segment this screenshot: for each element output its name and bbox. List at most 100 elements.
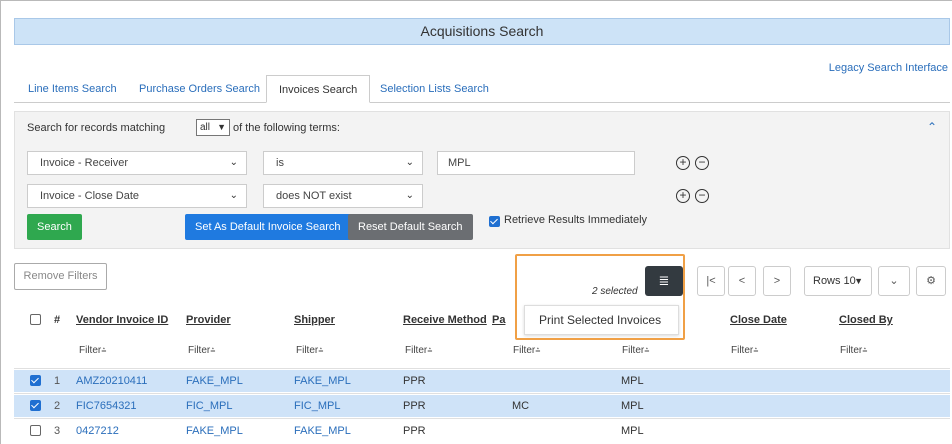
- column-header-payment[interactable]: Pa: [492, 314, 505, 326]
- column-header-provider[interactable]: Provider: [186, 314, 231, 326]
- chevron-right-icon: >: [773, 275, 781, 287]
- search-button[interactable]: Search: [27, 214, 82, 240]
- first-page-icon: |<: [706, 275, 716, 287]
- filter-icon: ⩮: [427, 345, 433, 355]
- set-default-search-button[interactable]: Set As Default Invoice Search: [185, 214, 351, 240]
- filter-close-date[interactable]: Filter⩮: [731, 345, 759, 356]
- row-checkbox[interactable]: [30, 400, 41, 411]
- term-operator-select-1[interactable]: is ⌄: [263, 151, 423, 175]
- reset-default-search-button[interactable]: Reset Default Search: [348, 214, 473, 240]
- provider-link[interactable]: FAKE_MPL: [186, 370, 243, 392]
- filter-closed-by[interactable]: Filter⩮: [840, 345, 868, 356]
- tab-purchase-orders-search[interactable]: Purchase Orders Search: [139, 75, 260, 103]
- vendor-invoice-id-link[interactable]: 0427212: [76, 420, 119, 442]
- row-number: 1: [54, 375, 61, 387]
- column-header-closed-by[interactable]: Closed By: [839, 314, 893, 326]
- row-divider: [14, 418, 950, 419]
- vendor-invoice-id-link[interactable]: AMZ20210411: [76, 370, 147, 392]
- expand-rows-button[interactable]: ⌄: [878, 266, 910, 296]
- payment-cell: MC: [512, 400, 530, 412]
- filter-provider[interactable]: Filter⩮: [188, 345, 216, 356]
- shipper-link[interactable]: FAKE_MPL: [294, 370, 351, 392]
- receiver-cell: MPL: [621, 425, 644, 437]
- filter-label: Filter: [405, 345, 428, 356]
- filter-icon: ⩮: [101, 345, 107, 355]
- prev-page-button[interactable]: <: [728, 266, 756, 296]
- legacy-search-link[interactable]: Legacy Search Interface: [829, 62, 948, 74]
- term-field-select-1[interactable]: Invoice - Receiver ⌄: [27, 151, 247, 175]
- tab-selection-lists-search[interactable]: Selection Lists Search: [380, 75, 489, 103]
- filter-label: Filter: [296, 345, 319, 356]
- filter-icon: ⩮: [535, 345, 541, 355]
- search-panel: Search for records matching all ▼ of the…: [14, 111, 950, 249]
- caret-down-icon: ▼: [854, 276, 863, 286]
- grid-settings-button[interactable]: ⚙: [916, 266, 946, 296]
- filter-label: Filter: [513, 345, 536, 356]
- term-field-value-2: Invoice - Close Date: [40, 190, 140, 202]
- chevron-down-icon: ⌄: [229, 157, 238, 168]
- first-page-button[interactable]: |<: [697, 266, 725, 296]
- row-number: 3: [54, 425, 61, 437]
- rows-per-page-label: Rows 10: [813, 275, 856, 287]
- term-field-value-1: Invoice - Receiver: [40, 157, 129, 169]
- shipper-link[interactable]: FAKE_MPL: [294, 420, 351, 442]
- row-checkbox[interactable]: [30, 375, 41, 386]
- search-suffix-label: of the following terms:: [233, 122, 340, 134]
- term-operator-value-1: is: [276, 157, 284, 169]
- remove-term-icon[interactable]: −: [695, 189, 709, 203]
- term-operator-select-2[interactable]: does NOT exist ⌄: [263, 184, 423, 208]
- chevron-down-icon: ⌄: [229, 190, 238, 201]
- table-row[interactable]: 2 FIC7654321 FIC_MPL FIC_MPL PPR MC MPL: [14, 395, 950, 417]
- gear-icon: ⚙: [926, 275, 936, 287]
- remove-filters-button[interactable]: Remove Filters: [14, 263, 107, 290]
- tab-line-items-search[interactable]: Line Items Search: [28, 75, 117, 103]
- filter-icon: ⩮: [644, 345, 650, 355]
- provider-link[interactable]: FIC_MPL: [186, 395, 232, 417]
- filter-receive-method[interactable]: Filter⩮: [405, 345, 433, 356]
- select-all-checkbox[interactable]: [30, 314, 41, 325]
- search-prefix-label: Search for records matching: [27, 122, 166, 134]
- tab-invoices-search[interactable]: Invoices Search: [266, 75, 371, 103]
- receive-method-cell: PPR: [403, 400, 426, 412]
- filter-vendor-invoice-id[interactable]: Filter⩮: [79, 345, 107, 356]
- column-header-receive-method[interactable]: Receive Method: [403, 314, 487, 326]
- term-field-select-2[interactable]: Invoice - Close Date ⌄: [27, 184, 247, 208]
- term-value-input-1[interactable]: MPL: [437, 151, 635, 175]
- column-header-close-date[interactable]: Close Date: [730, 314, 787, 326]
- chevron-left-icon: <: [738, 275, 746, 287]
- retrieve-immediately-checkbox[interactable]: [489, 216, 500, 227]
- table-row[interactable]: 3 0427212 FAKE_MPL FAKE_MPL PPR MPL: [14, 420, 950, 442]
- chevron-down-icon: ⌄: [405, 190, 414, 201]
- receiver-cell: MPL: [621, 375, 644, 387]
- row-checkbox[interactable]: [30, 425, 41, 436]
- receive-method-cell: PPR: [403, 375, 426, 387]
- provider-link[interactable]: FAKE_MPL: [186, 420, 243, 442]
- shipper-link[interactable]: FIC_MPL: [294, 395, 340, 417]
- column-header-shipper[interactable]: Shipper: [294, 314, 335, 326]
- retrieve-immediately-label: Retrieve Results Immediately: [504, 214, 648, 226]
- add-term-icon[interactable]: +: [676, 156, 690, 170]
- filter-receiver[interactable]: Filter⩮: [622, 345, 650, 356]
- filter-icon: ⩮: [210, 345, 216, 355]
- table-row[interactable]: 1 AMZ20210411 FAKE_MPL FAKE_MPL PPR MPL: [14, 370, 950, 392]
- filter-label: Filter: [622, 345, 645, 356]
- filter-shipper[interactable]: Filter⩮: [296, 345, 324, 356]
- add-term-icon[interactable]: +: [676, 189, 690, 203]
- collapse-caret-icon[interactable]: ⌃: [927, 120, 937, 134]
- remove-term-icon[interactable]: −: [695, 156, 709, 170]
- column-header-vendor-invoice-id[interactable]: Vendor Invoice ID: [76, 314, 168, 326]
- row-number: 2: [54, 400, 61, 412]
- match-type-value: all: [200, 122, 211, 133]
- filter-icon: ⩮: [753, 345, 759, 355]
- filter-label: Filter: [79, 345, 102, 356]
- vendor-invoice-id-link[interactable]: FIC7654321: [76, 395, 137, 417]
- rows-per-page-select[interactable]: Rows 10 ▼: [804, 266, 872, 296]
- filter-icon: ⩮: [318, 345, 324, 355]
- column-header-row-number: #: [54, 314, 61, 326]
- match-type-select[interactable]: all ▼: [196, 119, 230, 136]
- filter-label: Filter: [840, 345, 863, 356]
- term-operator-value-2: does NOT exist: [276, 190, 352, 202]
- filter-payment[interactable]: Filter⩮: [513, 345, 541, 356]
- receiver-cell: MPL: [621, 400, 644, 412]
- next-page-button[interactable]: >: [763, 266, 791, 296]
